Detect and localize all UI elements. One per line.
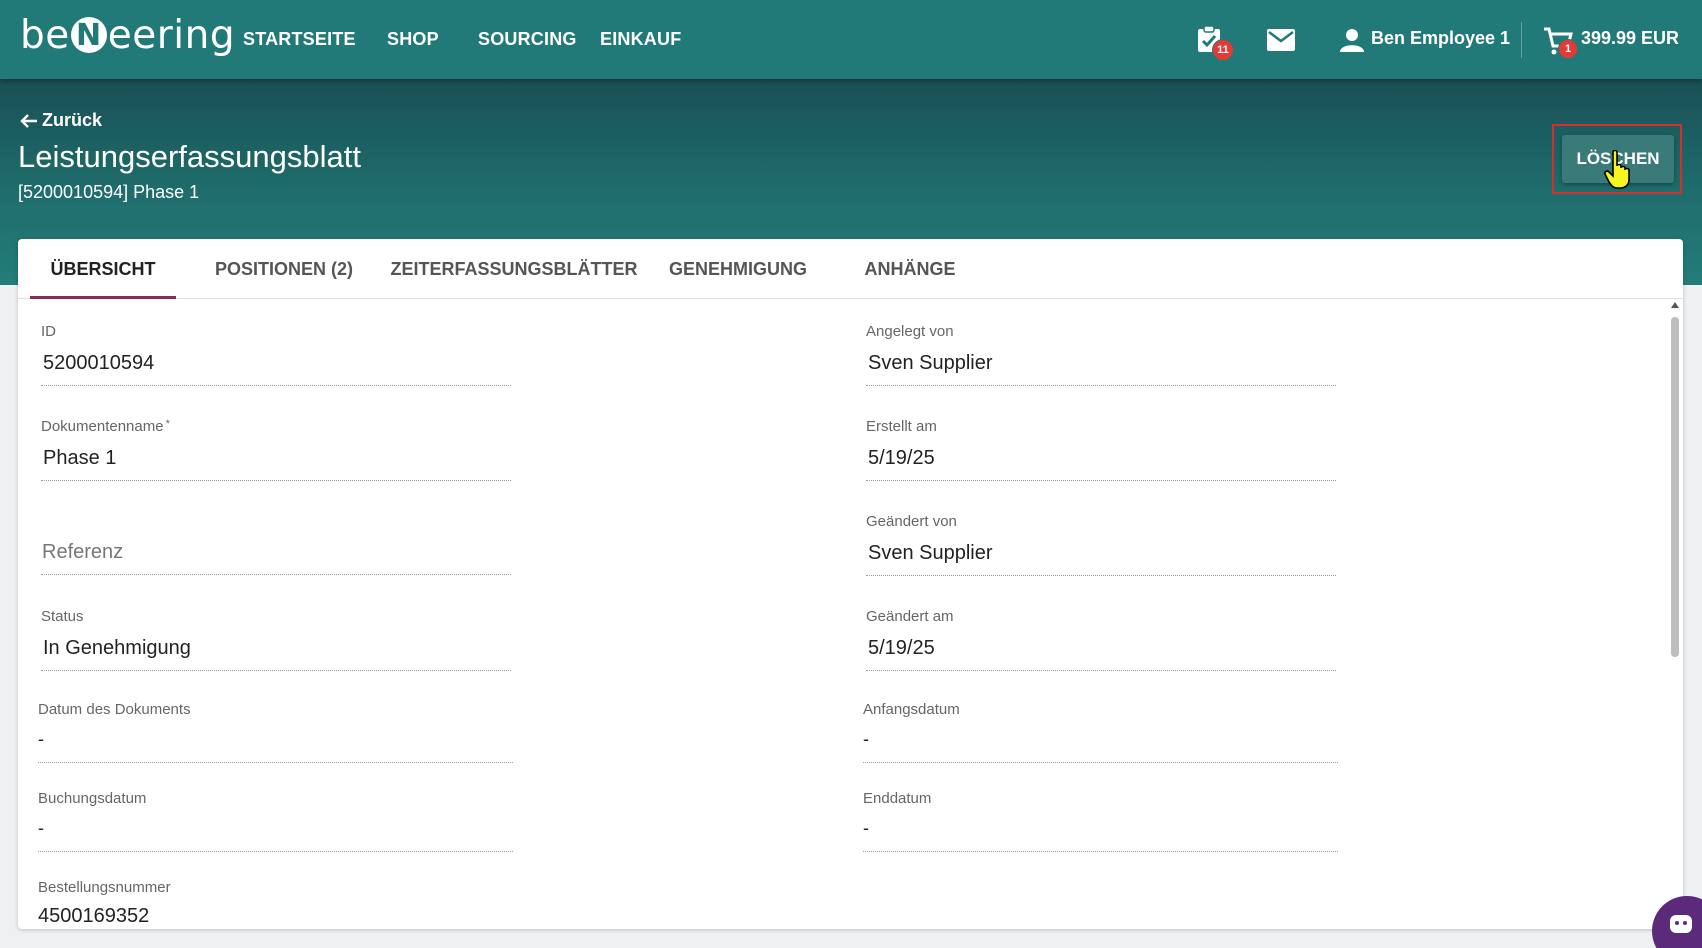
status-field: In Genehmigung — [41, 637, 511, 671]
start-date-label: Anfangsdatum — [863, 701, 960, 718]
nav-item-shop[interactable]: SHOP — [387, 29, 439, 50]
benneering-logo[interactable]: be Neering — [20, 10, 235, 60]
start-date-field[interactable]: - — [863, 729, 1338, 763]
scroll-up-arrow-icon[interactable] — [1671, 302, 1679, 308]
page-title: Leistungserfassungsblatt — [18, 139, 361, 174]
cart-total[interactable]: 399.99 EUR — [1581, 28, 1679, 49]
tab-genehmigung[interactable]: GENEHMIGUNG — [658, 239, 818, 299]
id-label: ID — [41, 323, 56, 340]
arrow-left-icon — [20, 113, 37, 128]
header-divider — [1521, 22, 1522, 58]
changed-by-field: Sven Supplier — [866, 542, 1336, 576]
logo-text-left: be — [20, 12, 70, 58]
created-on-label: Erstellt am — [866, 418, 937, 435]
tab-bar: ÜBERSICHT POSITIONEN (2) ZEITERFASSUNGSB… — [18, 239, 1683, 299]
document-name-label-text: Dokumentenname — [41, 418, 164, 435]
end-date-field[interactable]: - — [863, 818, 1338, 852]
tab-anhaenge[interactable]: ANHÄNGE — [846, 239, 974, 299]
created-by-label: Angelegt von — [866, 323, 954, 340]
logo-n-mark: N — [70, 17, 107, 53]
document-name-label: Dokumentenname * — [41, 418, 170, 435]
posting-date-label: Buchungsdatum — [38, 790, 147, 807]
tab-positionen[interactable]: POSITIONEN (2) — [200, 239, 368, 299]
changed-on-label: Geändert am — [866, 608, 954, 625]
mail-icon[interactable] — [1267, 29, 1295, 56]
status-label: Status — [41, 608, 84, 625]
order-number-label: Bestellungsnummer — [38, 879, 171, 896]
document-date-field[interactable]: - — [38, 729, 513, 763]
tasks-count-badge: 11 — [1212, 39, 1234, 61]
changed-by-label: Geändert von — [866, 513, 957, 530]
vertical-scrollbar[interactable] — [1669, 302, 1681, 929]
document-date-label: Datum des Dokuments — [38, 701, 191, 718]
posting-date-field[interactable]: - — [38, 818, 513, 852]
document-card: ÜBERSICHT POSITIONEN (2) ZEITERFASSUNGSB… — [18, 239, 1683, 929]
nav-item-sourcing[interactable]: SOURCING — [478, 29, 577, 50]
logo-text-right: eering — [107, 12, 236, 58]
user-icon[interactable] — [1340, 28, 1364, 57]
created-by-field: Sven Supplier — [866, 352, 1336, 386]
back-label: Zurück — [42, 110, 103, 130]
changed-on-field: 5/19/25 — [866, 637, 1336, 671]
scroll-thumb[interactable] — [1671, 317, 1679, 657]
required-marker: * — [165, 418, 170, 430]
reference-field[interactable]: Referenz — [41, 541, 511, 575]
document-name-field[interactable]: Phase 1 — [41, 447, 511, 481]
nav-item-startseite[interactable]: STARTSEITE — [243, 29, 356, 50]
cart-count-badge: 1 — [1558, 39, 1578, 59]
chatbot-icon — [1670, 915, 1692, 933]
created-on-field: 5/19/25 — [866, 447, 1336, 481]
order-number-field[interactable]: 4500169352 — [38, 905, 513, 929]
end-date-label: Enddatum — [863, 790, 932, 807]
back-link[interactable]: Zurück — [20, 110, 102, 131]
user-menu[interactable]: Ben Employee 1 — [1371, 28, 1510, 49]
page-subtitle: [5200010594] Phase 1 — [18, 182, 200, 202]
top-navigation-bar: be Neering STARTSEITE SHOP SOURCING EINKA… — [0, 0, 1702, 79]
hand-pointer-cursor-icon — [1603, 149, 1637, 195]
nav-item-einkauf[interactable]: EINKAUF — [600, 29, 681, 50]
tab-uebersicht[interactable]: ÜBERSICHT — [30, 239, 176, 299]
id-field[interactable]: 5200010594 — [41, 352, 511, 386]
tab-zeiterfassungsblaetter[interactable]: ZEITERFASSUNGSBLÄTTER — [386, 239, 642, 299]
